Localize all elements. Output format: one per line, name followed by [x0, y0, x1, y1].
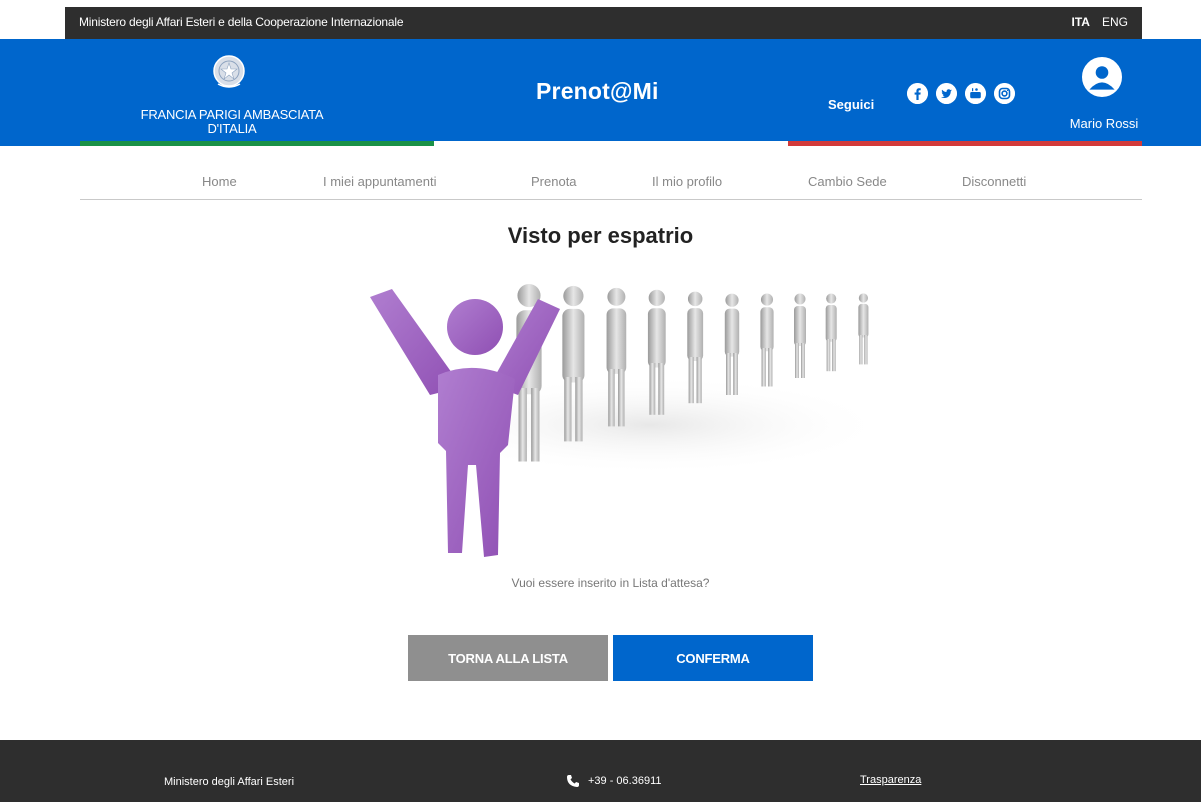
- header: FRANCIA PARIGI AMBASCIATA D'ITALIA Preno…: [0, 39, 1201, 146]
- social-links: [907, 83, 1015, 104]
- nav-item-appointments[interactable]: I miei appuntamenti: [323, 174, 436, 189]
- footer-transparency-link[interactable]: Trasparenza: [860, 774, 921, 786]
- footer-ministry: Ministero degli Affari Esteri: [164, 776, 295, 788]
- phone-icon: [567, 775, 579, 787]
- follow-label: Seguici: [828, 97, 875, 112]
- ministry-name: Ministero degli Affari Esteri e della Co…: [79, 15, 404, 29]
- flag-stripe-white: [434, 141, 788, 146]
- app-brand[interactable]: Prenot@Mi: [536, 78, 659, 105]
- nav-item-home[interactable]: Home: [202, 174, 237, 189]
- nav-item-logout[interactable]: Disconnetti: [962, 174, 1026, 189]
- waitlist-question: Vuoi essere inserito in Lista d'attesa?: [511, 576, 710, 590]
- flag-stripe-red: [788, 141, 1142, 146]
- nav-item-book[interactable]: Prenota: [531, 174, 577, 189]
- waiting-line-illustration: [370, 284, 890, 557]
- lang-eng-link[interactable]: ENG: [1102, 15, 1128, 29]
- back-to-list-button[interactable]: TORNA ALLA LISTA: [408, 635, 608, 681]
- footer: Ministero degli Affari Esteri +39 - 06.3…: [0, 740, 1201, 802]
- twitter-icon[interactable]: [936, 83, 957, 104]
- language-switcher: ITA ENG: [1072, 15, 1128, 29]
- user-avatar-icon[interactable]: [1082, 57, 1122, 97]
- user-name[interactable]: Mario Rossi: [1066, 116, 1142, 131]
- facebook-icon[interactable]: [907, 83, 928, 104]
- main-nav: Home I miei appuntamenti Prenota Il mio …: [80, 162, 1142, 200]
- youtube-icon[interactable]: [965, 83, 986, 104]
- footer-phone[interactable]: +39 - 06.36911: [566, 774, 662, 788]
- embassy-name: FRANCIA PARIGI AMBASCIATA D'ITALIA: [140, 107, 324, 136]
- footer-phone-number: +39 - 06.36911: [588, 775, 662, 787]
- nav-item-profile[interactable]: Il mio profilo: [652, 174, 722, 189]
- emblem-icon: [213, 55, 245, 88]
- instagram-icon[interactable]: [994, 83, 1015, 104]
- top-bar: Ministero degli Affari Esteri e della Co…: [65, 7, 1142, 39]
- lang-ita-link[interactable]: ITA: [1072, 15, 1090, 29]
- page-title: Visto per espatrio: [507, 223, 694, 248]
- confirm-button[interactable]: CONFERMA: [613, 635, 813, 681]
- nav-item-change-office[interactable]: Cambio Sede: [808, 174, 887, 189]
- flag-stripe-green: [80, 141, 434, 146]
